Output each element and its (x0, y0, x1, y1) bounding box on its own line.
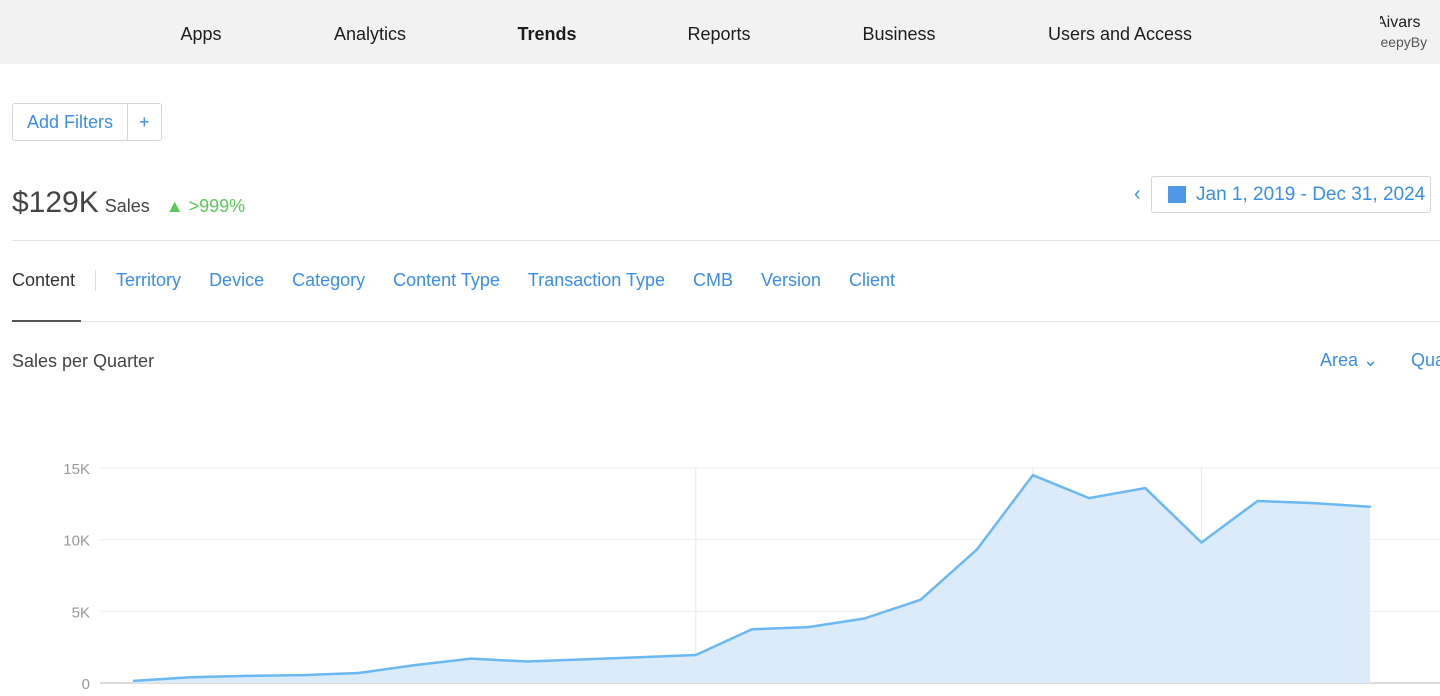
data-point (1200, 541, 1203, 544)
add-filter-plus-button[interactable]: + (127, 104, 161, 140)
data-point (750, 628, 754, 631)
top-nav: Apps Analytics Trends Reports Business U… (0, 0, 1440, 64)
sales-label: Sales (104, 196, 150, 216)
date-range-picker[interactable]: Jan 1, 2019 - Dec 31, 2024 (1151, 176, 1431, 213)
nav-apps[interactable]: Apps (180, 24, 221, 45)
tab-category[interactable]: Category (292, 270, 365, 291)
y-tick-label: 15K (63, 461, 90, 478)
data-point (1144, 486, 1147, 490)
tab-version[interactable]: Version (761, 270, 821, 291)
nav-users-access[interactable]: Users and Access (1048, 24, 1192, 45)
data-point (694, 653, 697, 657)
account-menu[interactable]: Aivars SleepyBy (1380, 14, 1440, 50)
data-point (1256, 499, 1259, 503)
calendar-icon (1168, 186, 1186, 203)
data-point (582, 658, 585, 661)
tab-device[interactable]: Device (209, 270, 264, 291)
nav-reports[interactable]: Reports (687, 24, 750, 45)
chart-type-dropdown[interactable]: Area ⌄ (1320, 350, 1378, 371)
sales-chart: 0 5K 10K 15K (63, 461, 1440, 693)
data-point (357, 671, 360, 675)
data-point (245, 674, 248, 678)
tab-transaction-type[interactable]: Transaction Type (528, 270, 665, 291)
y-tick-label: 5K (72, 604, 90, 621)
dimension-tabs: Content Territory Device Category Conten… (12, 270, 923, 291)
add-filters-button[interactable]: Add Filters (13, 104, 127, 140)
previous-period-button[interactable]: ‹ (1134, 183, 1141, 206)
org-name: SleepyBy (1380, 34, 1428, 50)
data-point (1031, 473, 1035, 477)
data-point (806, 625, 810, 629)
area-fill (134, 475, 1370, 683)
active-tab-indicator (12, 320, 81, 322)
divider (12, 321, 1440, 322)
divider (12, 240, 1440, 241)
data-point (469, 657, 473, 660)
data-point (1312, 501, 1315, 505)
y-tick-label: 0 (82, 676, 90, 693)
data-point (919, 598, 922, 602)
period-dropdown[interactable]: Quarter (1411, 350, 1440, 371)
tab-cmb[interactable]: CMB (693, 270, 733, 291)
sales-value: $129K (12, 186, 99, 219)
y-tick-label: 10K (63, 533, 90, 550)
date-range-label: Jan 1, 2019 - Dec 31, 2024 (1196, 183, 1426, 205)
tab-content[interactable]: Content (12, 270, 97, 291)
data-point (1368, 505, 1372, 508)
data-point (638, 656, 641, 659)
data-point (132, 679, 136, 683)
nav-analytics[interactable]: Analytics (334, 24, 406, 45)
chart-title: Sales per Quarter (12, 351, 155, 371)
user-name: Aivars (1380, 14, 1421, 31)
data-point (301, 673, 304, 677)
sales-delta: ▲ >999% (165, 196, 246, 216)
tab-territory[interactable]: Territory (116, 270, 181, 291)
data-point (1087, 496, 1091, 500)
nav-trends[interactable]: Trends (517, 24, 576, 45)
data-point (413, 663, 417, 667)
nav-business[interactable]: Business (862, 24, 935, 45)
data-point (188, 676, 192, 679)
tab-client[interactable]: Client (849, 270, 895, 291)
sales-summary: $129K Sales ▲ >999% (12, 186, 245, 220)
filters-control: Add Filters + (12, 103, 162, 141)
data-point (526, 660, 529, 663)
data-point (863, 617, 866, 620)
tab-content-type[interactable]: Content Type (393, 270, 500, 291)
data-point (975, 548, 978, 551)
